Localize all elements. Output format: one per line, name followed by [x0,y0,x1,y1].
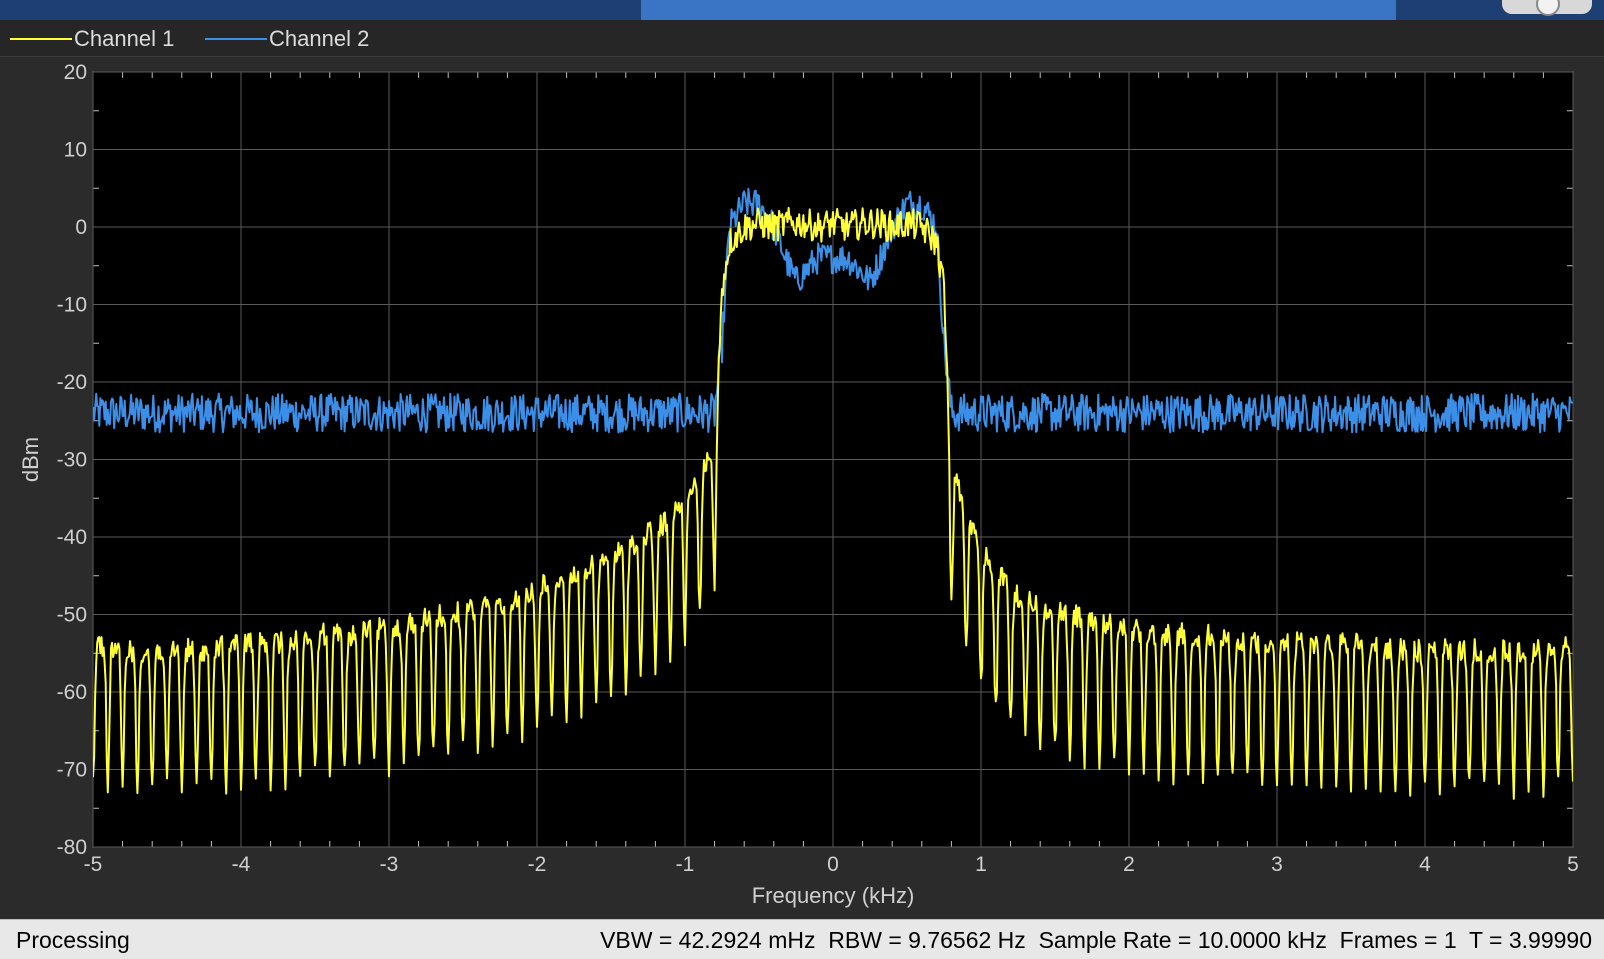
y-tick-label: -80 [57,836,87,859]
title-bar [0,0,1604,20]
x-tick-label: 2 [1123,853,1135,876]
y-axis-label: dBm [18,437,43,482]
status-state: Processing [16,927,130,953]
y-tick-label: -40 [57,526,87,549]
legend-swatch-channel-1 [10,38,72,40]
y-tick-label: 0 [75,216,87,239]
legend-swatch-channel-2 [205,38,267,40]
x-tick-label: -2 [528,853,547,876]
x-tick-label: -3 [380,853,399,876]
y-tick-label: 20 [64,61,87,84]
active-tab[interactable] [641,0,1396,20]
status-rbw: RBW = 9.76562 Hz [828,927,1026,953]
status-bar: Processing VBW = 42.2924 mHz RBW = 9.765… [0,919,1604,959]
x-tick-label: 1 [975,853,987,876]
y-tick-label: -60 [57,681,87,704]
status-vbw: VBW = 42.2924 mHz [600,927,816,953]
status-frames: Frames = 1 [1339,927,1457,953]
help-icon[interactable] [1536,0,1560,16]
x-tick-label: -4 [232,853,251,876]
x-tick-label: 4 [1419,853,1431,876]
help-button[interactable] [1502,0,1592,16]
x-tick-label: -1 [676,853,695,876]
y-tick-label: -30 [57,449,87,472]
x-tick-label: 5 [1567,853,1579,876]
status-measurements: VBW = 42.2924 mHz RBW = 9.76562 Hz Sampl… [600,927,1592,954]
y-tick-label: -10 [57,294,87,317]
status-time: T = 3.99990 [1469,927,1592,953]
spectrum-chart[interactable]: -5 -4 -3 -2 -1 0 1 2 3 4 520100-10-20-30-40-50-60-… [0,57,1604,919]
y-tick-label: 10 [64,139,87,162]
y-tick-label: -20 [57,371,87,394]
y-tick-label: -70 [57,759,87,782]
x-axis-label: Frequency (kHz) [752,883,915,908]
status-sample-rate: Sample Rate = 10.0000 kHz [1038,927,1327,953]
legend-label-channel-1: Channel 1 [74,26,175,51]
legend-label-channel-2: Channel 2 [269,26,370,51]
legend: Channel 1 Channel 2 [0,20,1604,57]
y-tick-label: -50 [57,604,87,627]
x-tick-label: 3 [1271,853,1283,876]
spectrum-plot-area: -5 -4 -3 -2 -1 0 1 2 3 4 5 20 10 0 -10 -20 -30 -40 -50 -60-… [0,57,1604,919]
x-tick-label: 0 [827,853,839,876]
